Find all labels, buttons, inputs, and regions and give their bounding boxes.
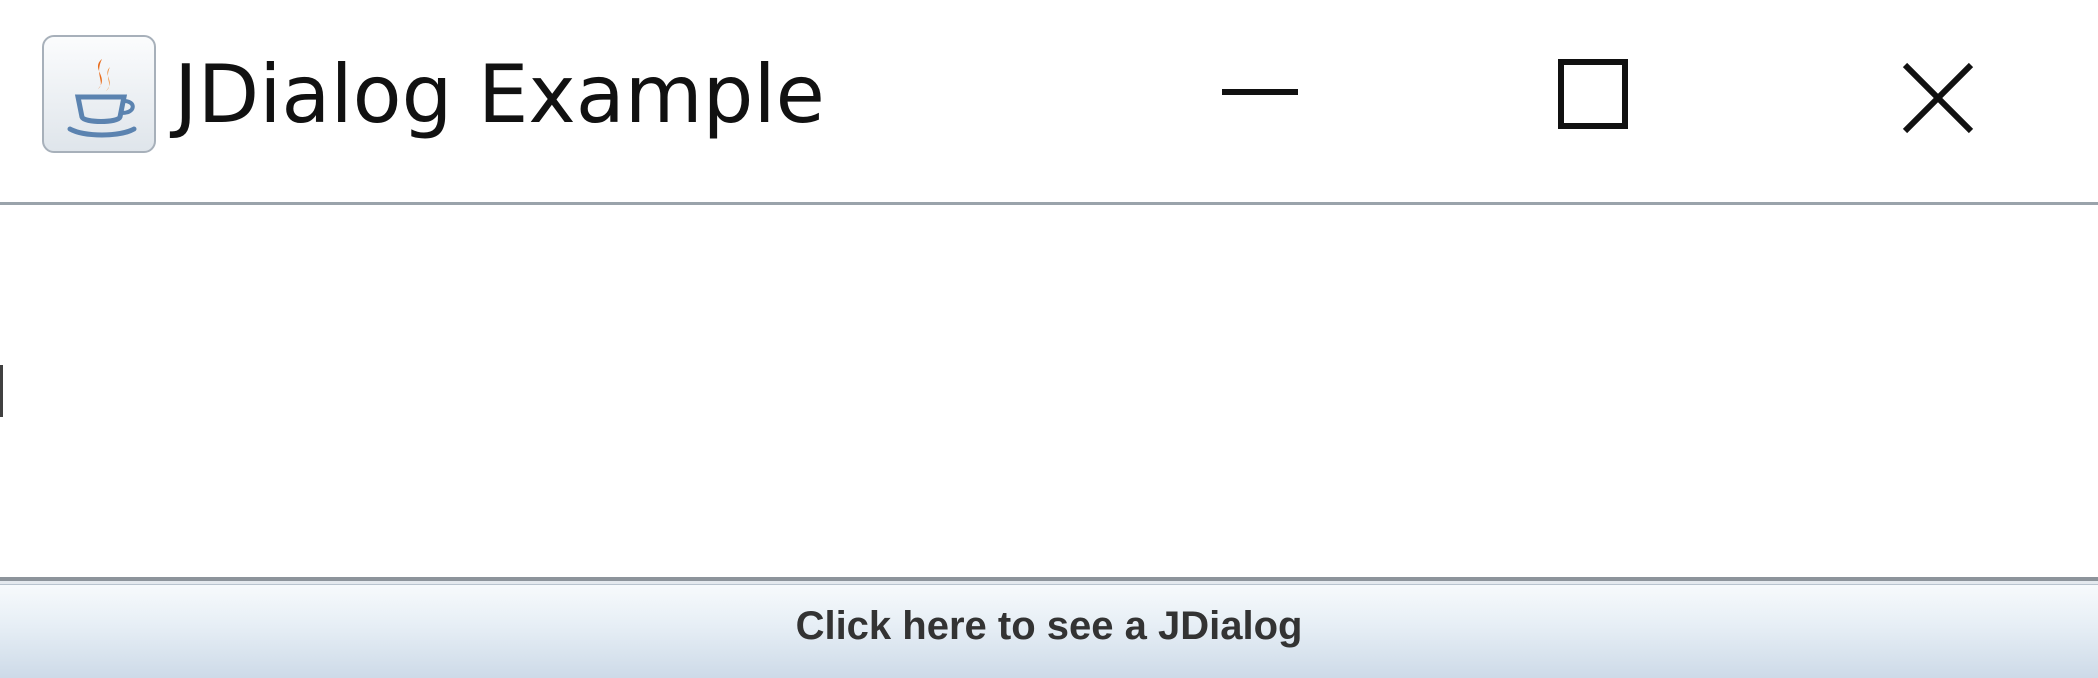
title-bar[interactable]: JDialog Example (0, 0, 2098, 202)
show-jdialog-button[interactable]: Click here to see a JDialog (0, 584, 2098, 678)
maximize-icon (1558, 59, 1628, 129)
window-title: JDialog Example (174, 48, 825, 141)
content-area (0, 205, 2098, 577)
minimize-icon (1222, 89, 1298, 95)
maximize-button[interactable] (1488, 0, 1698, 200)
minimize-button[interactable] (1160, 0, 1370, 200)
close-icon (1902, 62, 1974, 134)
show-jdialog-button-label: Click here to see a JDialog (795, 604, 1303, 648)
java-coffee-icon[interactable] (42, 35, 156, 153)
text-caret (0, 365, 3, 417)
close-button[interactable] (1838, 0, 2048, 200)
